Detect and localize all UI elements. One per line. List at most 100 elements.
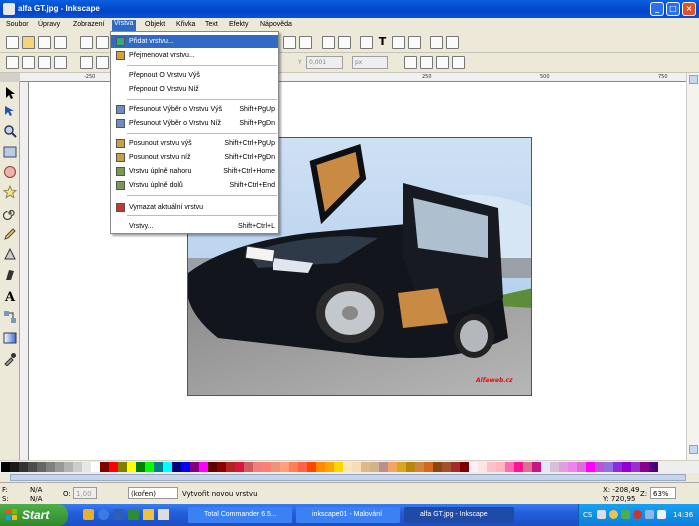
flip-horizontal-icon[interactable] [38, 56, 51, 69]
color-swatch[interactable] [163, 462, 172, 472]
menu-soubor[interactable]: Soubor [6, 21, 29, 28]
tray-icon[interactable] [633, 510, 642, 519]
color-swatch[interactable] [325, 462, 334, 472]
transform-patterns-icon[interactable] [452, 56, 465, 69]
color-swatch[interactable] [1, 462, 10, 472]
layer-menu-item[interactable]: Přesunout Výběr o Vrstvu Výš Shift+PgUp [111, 103, 278, 116]
color-swatch[interactable] [37, 462, 46, 472]
color-swatch[interactable] [505, 462, 514, 472]
group-icon[interactable] [322, 36, 335, 49]
start-button[interactable]: Start [0, 504, 68, 526]
preferences-icon[interactable] [430, 36, 443, 49]
quicklaunch-word-icon[interactable] [113, 509, 124, 520]
vertical-ruler[interactable] [20, 82, 29, 460]
scale-stroke-icon[interactable] [404, 56, 417, 69]
color-swatch[interactable] [46, 462, 55, 472]
tray-icon[interactable] [621, 510, 630, 519]
tray-icon[interactable] [597, 510, 606, 519]
color-swatch[interactable] [343, 462, 352, 472]
menu-napoveda[interactable]: Nápověda [260, 21, 292, 28]
color-swatch[interactable] [424, 462, 433, 472]
task-inkscape[interactable]: alfa GT.jpg - Inkscape [404, 507, 514, 523]
color-swatch[interactable] [154, 462, 163, 472]
color-swatch[interactable] [82, 462, 91, 472]
selector-tool-icon[interactable] [3, 86, 17, 100]
color-swatch[interactable] [244, 462, 253, 472]
color-swatch[interactable] [469, 462, 478, 472]
fill-value[interactable]: N/A [30, 486, 42, 494]
spiral-tool-icon[interactable] [3, 206, 17, 220]
menu-objekt[interactable]: Objekt [145, 21, 165, 28]
color-swatch[interactable] [172, 462, 181, 472]
color-swatch[interactable] [28, 462, 37, 472]
pencil-tool-icon[interactable] [3, 227, 17, 241]
save-icon[interactable] [38, 36, 51, 49]
document-properties-icon[interactable] [446, 36, 459, 49]
import-icon[interactable] [80, 36, 93, 49]
color-swatch[interactable] [280, 462, 289, 472]
open-icon[interactable] [22, 36, 35, 49]
flip-vertical-icon[interactable] [54, 56, 67, 69]
color-swatch[interactable] [604, 462, 613, 472]
color-swatch[interactable] [334, 462, 343, 472]
color-swatch[interactable] [208, 462, 217, 472]
color-swatch[interactable] [10, 462, 19, 472]
stroke-value[interactable]: N/A [30, 495, 42, 503]
color-swatch[interactable] [631, 462, 640, 472]
color-swatch[interactable] [262, 462, 271, 472]
fill-stroke-icon[interactable] [360, 36, 373, 49]
color-swatch[interactable] [388, 462, 397, 472]
color-swatch[interactable] [316, 462, 325, 472]
scroll-up-icon[interactable] [689, 75, 698, 84]
color-swatch[interactable] [253, 462, 262, 472]
dropper-tool-icon[interactable] [3, 352, 17, 366]
color-swatch[interactable] [19, 462, 28, 472]
color-swatch[interactable] [91, 462, 100, 472]
vertical-scrollbar[interactable] [686, 73, 699, 460]
color-swatch[interactable] [640, 462, 649, 472]
color-swatch[interactable] [397, 462, 406, 472]
color-swatch[interactable] [559, 462, 568, 472]
color-swatch[interactable] [532, 462, 541, 472]
star-tool-icon[interactable] [3, 185, 17, 199]
quicklaunch-ie-icon[interactable] [98, 509, 109, 520]
maximize-button[interactable]: □ [666, 2, 680, 16]
color-swatch[interactable] [487, 462, 496, 472]
raise-to-top-icon[interactable] [80, 56, 93, 69]
color-swatch[interactable] [64, 462, 73, 472]
zoom-field[interactable]: 63% [650, 487, 676, 499]
layer-menu-item[interactable]: Přepnout O Vrstvu Výš [111, 69, 278, 82]
color-swatch[interactable] [226, 462, 235, 472]
color-swatch[interactable] [298, 462, 307, 472]
layer-menu-item[interactable]: Přidat vrstvu... [111, 35, 278, 48]
color-swatch[interactable] [433, 462, 442, 472]
xml-editor-icon[interactable] [392, 36, 405, 49]
tray-icon[interactable] [609, 510, 618, 519]
raise-icon[interactable] [96, 56, 109, 69]
color-swatch[interactable] [217, 462, 226, 472]
quicklaunch-excel-icon[interactable] [128, 509, 139, 520]
layer-menu-item[interactable]: Vrstvu úplně dolů Shift+Ctrl+End [111, 179, 278, 192]
scroll-down-icon[interactable] [689, 445, 698, 454]
node-tool-icon[interactable] [3, 104, 17, 118]
color-swatch[interactable] [145, 462, 154, 472]
pen-tool-icon[interactable] [3, 247, 17, 261]
color-swatch[interactable] [136, 462, 145, 472]
unit-select[interactable]: px [352, 56, 388, 69]
color-swatch[interactable] [109, 462, 118, 472]
color-swatch[interactable] [622, 462, 631, 472]
ungroup-icon[interactable] [338, 36, 351, 49]
color-swatch[interactable] [199, 462, 208, 472]
calligraphy-tool-icon[interactable] [3, 268, 17, 282]
ellipse-tool-icon[interactable] [3, 165, 17, 179]
quicklaunch-app-icon[interactable] [158, 509, 169, 520]
horizontal-scrollbar[interactable] [0, 473, 699, 482]
layer-select[interactable]: (kořen) [128, 487, 178, 499]
color-swatch[interactable] [523, 462, 532, 472]
layer-menu-item[interactable]: Přepnout O Vrstvu Níž [111, 83, 278, 96]
color-swatch[interactable] [181, 462, 190, 472]
color-swatch[interactable] [55, 462, 64, 472]
scroll-thumb[interactable] [10, 474, 686, 481]
opacity-field[interactable]: 1,00 [73, 487, 97, 499]
color-swatch[interactable] [595, 462, 604, 472]
